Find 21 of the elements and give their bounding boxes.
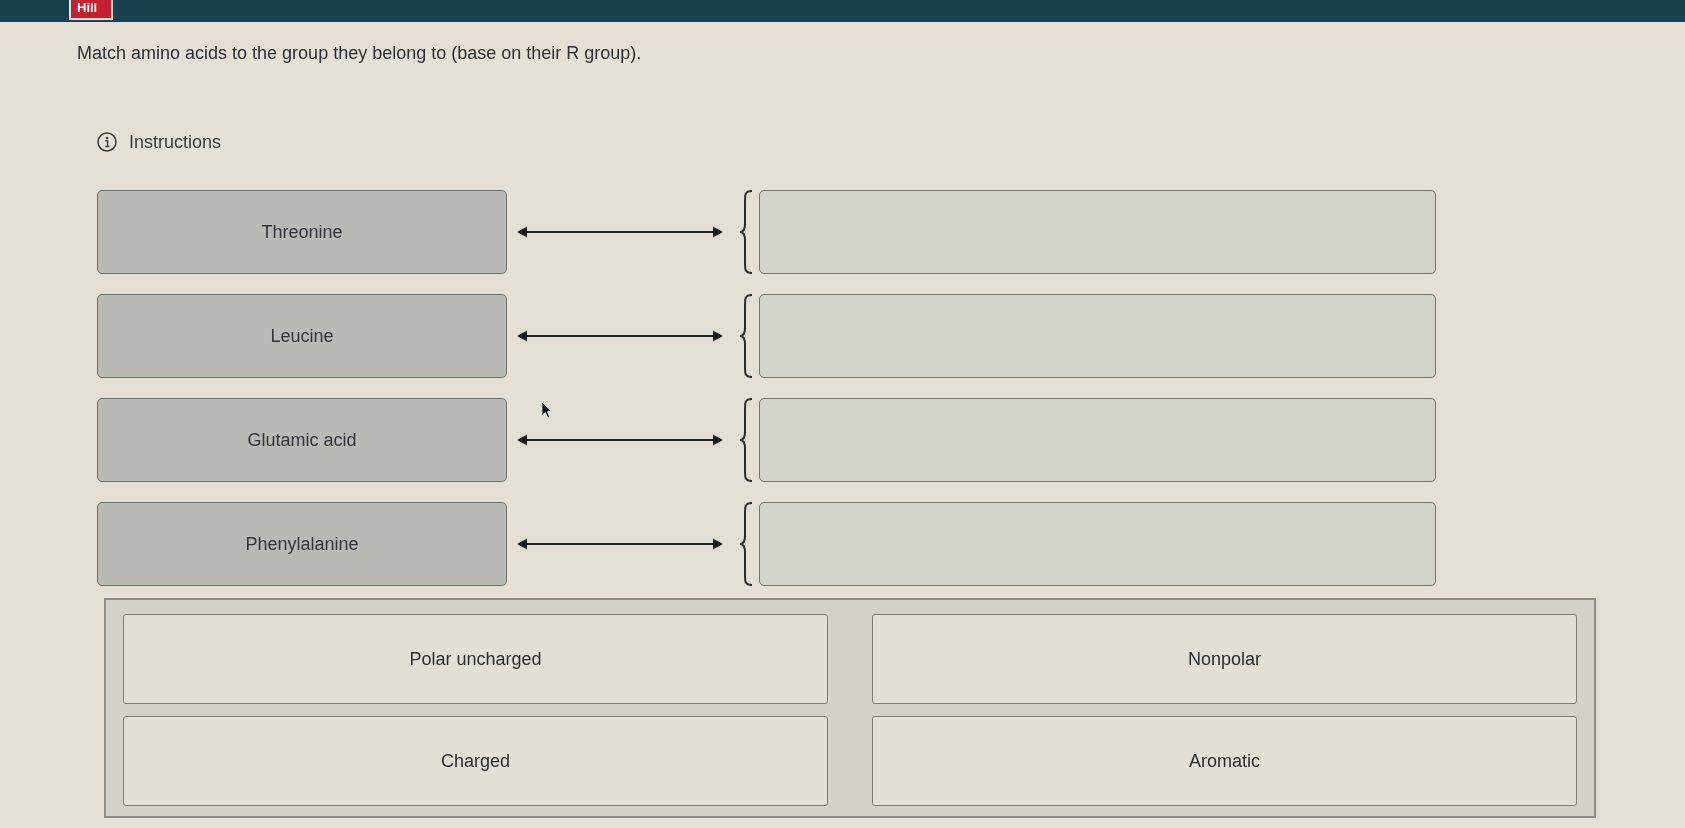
- answer-choice[interactable]: Aromatic: [872, 716, 1577, 806]
- answer-choice[interactable]: Charged: [123, 716, 828, 806]
- curly-brace-icon: [739, 190, 753, 274]
- drop-zone[interactable]: [759, 398, 1436, 482]
- answer-choice[interactable]: Polar uncharged: [123, 614, 828, 704]
- amino-acid-card: Phenylalanine: [97, 502, 507, 586]
- answer-choice[interactable]: Nonpolar: [872, 614, 1577, 704]
- curly-brace-icon: [739, 502, 753, 586]
- drop-zone[interactable]: [759, 190, 1436, 274]
- brand-logo: Hill: [69, 0, 114, 20]
- question-text: Match amino acids to the group they belong to (base on their R group).: [77, 42, 642, 64]
- instructions-link[interactable]: Instructions: [97, 131, 222, 153]
- curly-brace-icon: [739, 294, 753, 378]
- amino-acid-card: Glutamic acid: [97, 398, 507, 482]
- info-icon: [97, 132, 117, 152]
- drop-zone[interactable]: [759, 294, 1436, 378]
- curly-brace-icon: [739, 398, 753, 482]
- amino-acid-card: Leucine: [97, 294, 507, 378]
- amino-acid-card: Threonine: [97, 190, 507, 274]
- mouse-pointer-icon: [541, 401, 553, 419]
- drop-zone[interactable]: [759, 502, 1436, 586]
